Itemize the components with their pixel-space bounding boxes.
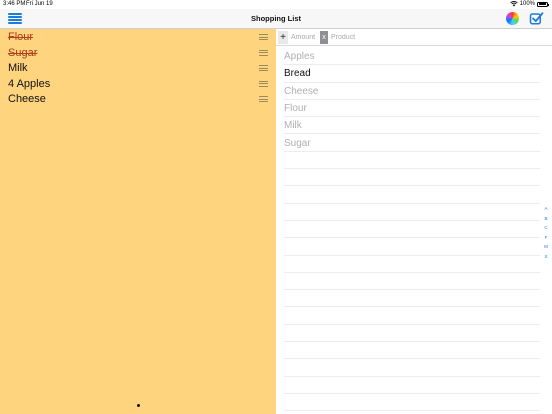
empty-catalog-row (284, 394, 540, 412)
battery-icon (537, 1, 549, 7)
catalog-item-label: Sugar (284, 137, 311, 149)
drag-handle-icon[interactable] (259, 65, 268, 71)
index-letter[interactable]: B (543, 214, 549, 224)
alphabet-index: A B C F M S (543, 204, 549, 262)
empty-catalog-row (284, 308, 540, 325)
list-item-label: Flour (8, 31, 34, 43)
empty-catalog-row (284, 152, 540, 170)
catalog-item-label: Apples (284, 51, 315, 62)
catalog-row[interactable]: Flour (284, 100, 540, 118)
amount-input[interactable] (289, 31, 320, 44)
list-item[interactable]: Cheese (8, 93, 270, 107)
catalog-row[interactable]: Bread (284, 65, 540, 83)
drag-handle-icon[interactable] (259, 80, 268, 87)
empty-catalog-row (284, 273, 540, 291)
clear-button[interactable]: x (320, 31, 328, 44)
status-bar: 3:46 PM Fri Jun 19 100% (0, 0, 552, 9)
drag-handle-icon[interactable] (259, 34, 268, 40)
list-item[interactable]: Sugar (8, 47, 270, 61)
list-item[interactable]: Milk (8, 62, 270, 76)
shopping-list-pane: Flour Sugar Milk 4 Apples Cheese (0, 29, 276, 414)
empty-catalog-row (284, 256, 540, 273)
list-item-label: Sugar (8, 46, 38, 59)
page-dot-indicator (137, 404, 140, 407)
catalog-item-label: Milk (284, 120, 302, 132)
catalog-item-label: Cheese (284, 85, 319, 97)
page-title: Shopping List (251, 14, 301, 23)
empty-catalog-row (284, 325, 540, 343)
checkbox-check-icon[interactable] (529, 11, 544, 26)
empty-catalog-row (284, 290, 540, 308)
catalog-row[interactable]: Apples (284, 48, 540, 66)
index-letter[interactable]: C (543, 223, 549, 233)
status-indicators: 100% (509, 1, 549, 7)
catalog-item-label: Flour (284, 102, 307, 114)
nav-bar: Shopping List (0, 9, 552, 29)
empty-catalog-row (284, 377, 540, 394)
empty-catalog-row (284, 221, 540, 239)
list-item-label: 4 Apples (8, 77, 51, 90)
catalog-pane: + x Apples Bread Cheese Flour Milk Sugar A B … (276, 29, 552, 414)
status-time: 3:46 PM (3, 1, 26, 7)
catalog-row[interactable]: Cheese (284, 83, 540, 100)
app-screen: 3:46 PM Fri Jun 19 100% Shopping List Fl… (0, 0, 552, 414)
color-wheel-icon[interactable] (506, 12, 519, 25)
catalog-row[interactable]: Milk (284, 117, 540, 135)
product-input[interactable] (329, 31, 547, 44)
list-item[interactable]: Flour (8, 31, 270, 45)
empty-catalog-row (284, 186, 540, 204)
index-letter[interactable]: S (543, 252, 549, 262)
empty-catalog-row (284, 169, 540, 187)
index-letter[interactable]: A (543, 204, 549, 214)
add-item-button[interactable]: + (278, 31, 288, 44)
index-letter[interactable]: M (543, 242, 549, 252)
drag-handle-icon[interactable] (259, 49, 268, 56)
empty-catalog-row (284, 342, 540, 360)
drag-handle-icon[interactable] (259, 96, 268, 102)
empty-catalog-row (284, 359, 540, 377)
list-item[interactable]: 4 Apples (8, 78, 270, 92)
list-item-label: Cheese (8, 93, 46, 105)
status-date: Fri Jun 19 (26, 1, 53, 7)
empty-catalog-row (284, 238, 540, 256)
index-letter[interactable]: F (543, 233, 549, 243)
entry-row: + x (276, 29, 552, 46)
empty-catalog-row (284, 204, 540, 221)
wifi-icon (509, 1, 518, 7)
catalog-row[interactable]: Sugar (284, 135, 540, 152)
catalog-item-label: Bread (284, 68, 311, 80)
list-item-label: Milk (8, 62, 28, 74)
battery-percent: 100% (519, 1, 535, 7)
